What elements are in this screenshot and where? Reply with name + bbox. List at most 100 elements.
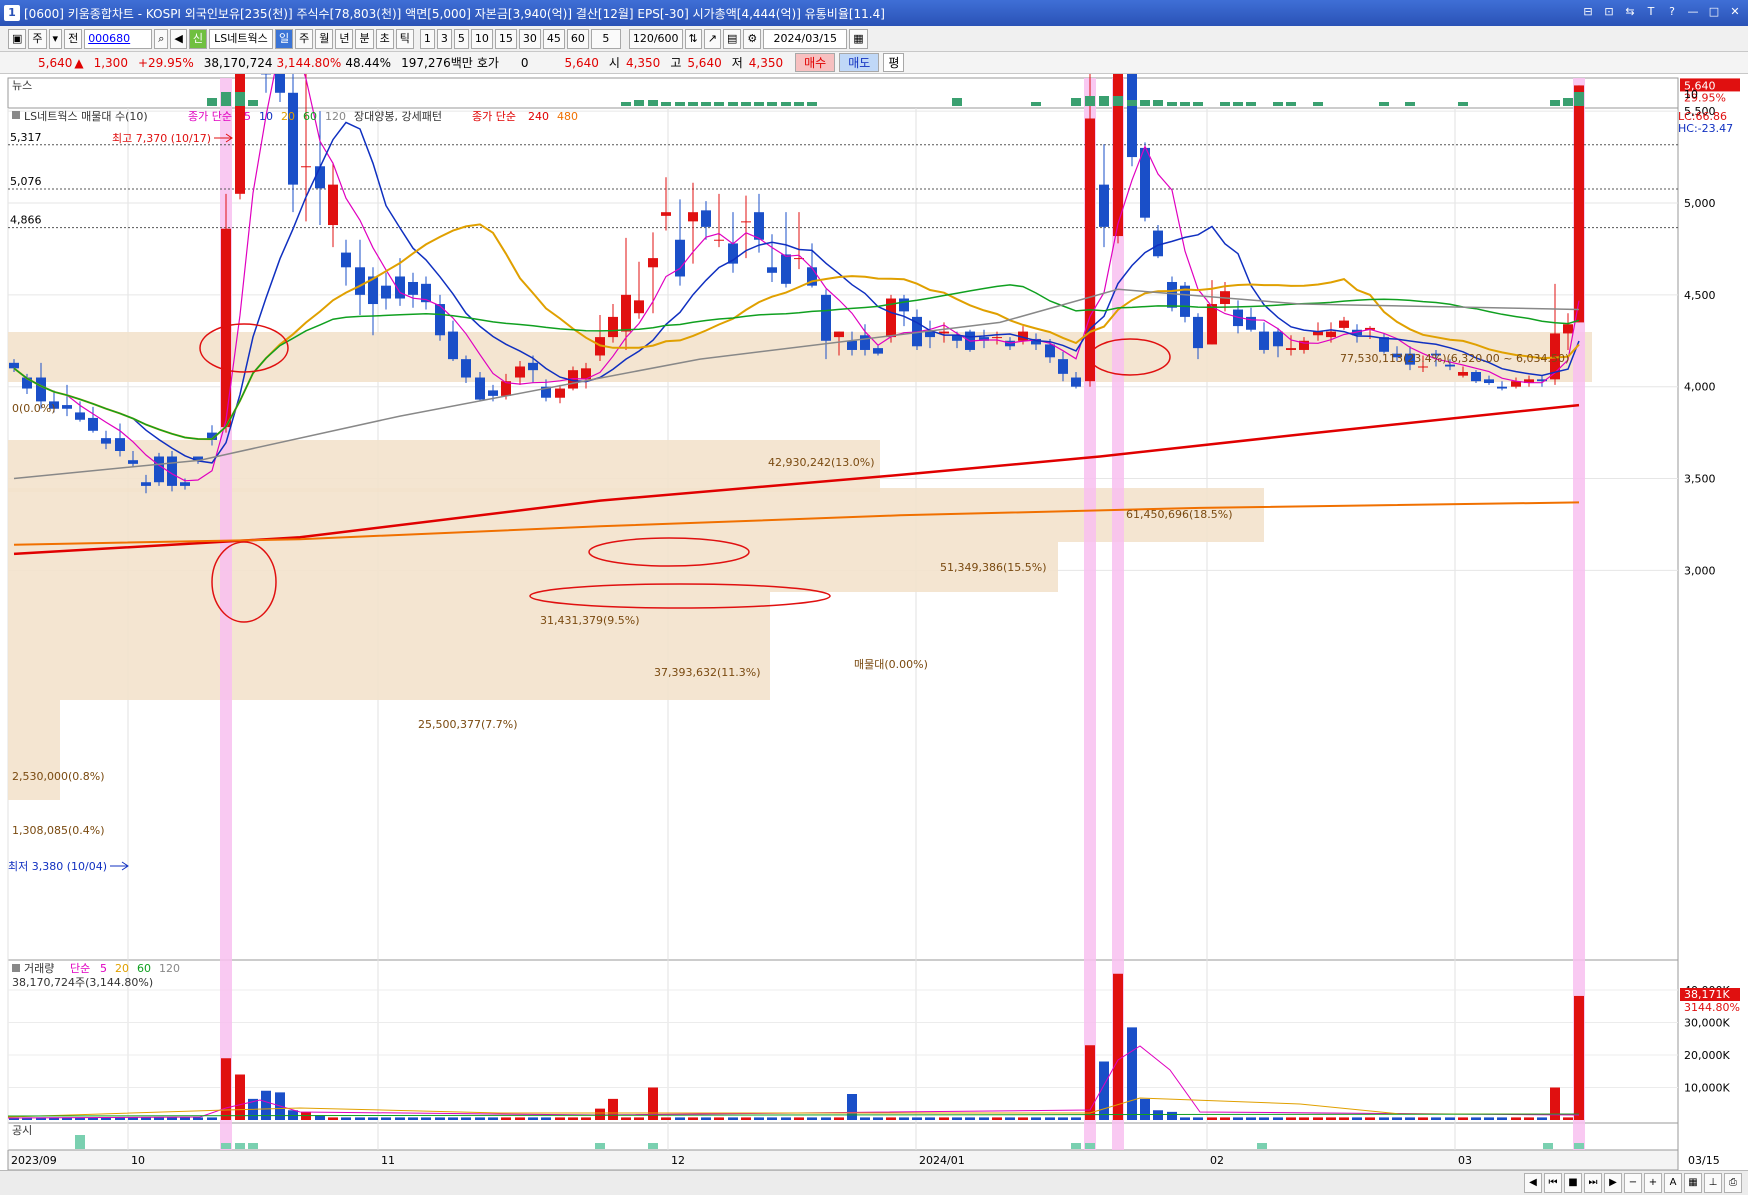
volume-bar (355, 1117, 365, 1120)
candle-down (275, 74, 285, 93)
volume-bar (1392, 1117, 1402, 1120)
interval-button-15[interactable]: 15 (494, 28, 517, 49)
count-select[interactable]: 5 (590, 28, 621, 49)
layout-icon[interactable]: ▣ (8, 28, 27, 49)
volume-bar (661, 1117, 671, 1120)
news-bar (235, 92, 245, 106)
date-input[interactable]: 2024/03/15 (763, 28, 848, 49)
volume-bar (621, 1117, 631, 1120)
period-button-0[interactable]: 일 (274, 28, 294, 49)
interval-button-3[interactable]: 3 (436, 28, 452, 49)
candle-down (1273, 331, 1283, 347)
period-button-3[interactable]: 년 (335, 28, 354, 49)
average-button[interactable]: 평 (883, 53, 905, 72)
period-button-2[interactable]: 월 (315, 28, 334, 49)
volume-bar (381, 1117, 391, 1120)
support-line-label: 4,866 (10, 214, 42, 227)
window-number: 1 (4, 5, 20, 21)
news-bar (767, 102, 777, 106)
volume-profile-label: 51,349,386(15.5%) (940, 561, 1047, 574)
volume-bar (1471, 1117, 1481, 1120)
window-control-0[interactable]: ⊟ (1579, 3, 1597, 21)
x-axis-label: 12 (671, 1154, 685, 1167)
interval-button-5[interactable]: 5 (453, 28, 469, 49)
display-count-field[interactable]: 120/600 (628, 28, 683, 49)
candle-up (939, 331, 949, 334)
high-label: 고 (670, 56, 682, 70)
text-icon[interactable]: A (1664, 1173, 1682, 1193)
zoom-out-icon[interactable]: − (1624, 1173, 1642, 1193)
window-control-5[interactable]: — (1684, 3, 1702, 21)
news-bar (1246, 102, 1256, 106)
volume-bar (1286, 1117, 1296, 1120)
candle-up (634, 300, 644, 314)
prev-button[interactable]: 전 (64, 28, 83, 49)
window-control-1[interactable]: ⊡ (1600, 3, 1618, 21)
save-icon[interactable]: ▤ (722, 28, 742, 49)
print-icon[interactable]: ⎙ (1724, 1173, 1742, 1193)
stock-chart[interactable]: 2023/091011122024/01020303/157,0006,5006… (0, 74, 1748, 1170)
volume-bar (581, 1117, 591, 1120)
quote-bar: 5,640 ▲ 1,300 +29.95% 38,170,724 3,144.8… (0, 52, 1748, 74)
news-bar (675, 102, 685, 106)
candle-up (648, 258, 658, 268)
news-panel (7, 77, 1679, 109)
window-control-7[interactable]: ✕ (1726, 3, 1744, 21)
period-button-6[interactable]: 틱 (395, 28, 414, 49)
period-button-5[interactable]: 초 (375, 28, 394, 49)
candle-down (767, 267, 777, 273)
candle-up (834, 331, 844, 338)
disclosure-bar (1085, 1143, 1095, 1149)
volume-bar (235, 1074, 245, 1120)
interval-button-1[interactable]: 1 (419, 28, 435, 49)
volume-bar (528, 1117, 538, 1120)
news-bar (221, 92, 231, 106)
volume-bar (807, 1117, 817, 1120)
scroll-left-icon[interactable]: ◀ (1524, 1173, 1542, 1193)
volume-bar (1167, 1111, 1177, 1120)
interval-button-10[interactable]: 10 (470, 28, 493, 49)
speaker-icon[interactable]: ◀ (170, 28, 187, 49)
candle-up (555, 388, 565, 398)
volume-bar (1405, 1117, 1415, 1120)
up-arrow-icon: ▲ (74, 55, 84, 70)
calendar-icon[interactable]: ▦ (849, 28, 868, 49)
period-button-4[interactable]: 분 (355, 28, 374, 49)
interval-button-45[interactable]: 45 (542, 28, 565, 49)
sell-button[interactable]: 매도 (839, 53, 880, 72)
buy-button[interactable]: 매수 (795, 53, 836, 72)
stop-icon[interactable]: ■ (1564, 1173, 1582, 1193)
last-icon[interactable]: ⏭ (1584, 1173, 1602, 1193)
chevron-down-icon[interactable]: ▾ (48, 28, 63, 49)
window-control-4[interactable]: ? (1663, 3, 1681, 21)
period-button-1[interactable]: 주 (295, 28, 314, 49)
gear-icon[interactable]: ⚙ (743, 28, 762, 49)
stock-name-field[interactable]: LS네트웍스 (208, 28, 273, 49)
zoom-in-icon[interactable]: + (1644, 1173, 1662, 1193)
volume-profile-label: 61,450,696(18.5%) (1126, 508, 1233, 521)
pin-icon[interactable]: ⊥ (1704, 1173, 1722, 1193)
interval-button-30[interactable]: 30 (518, 28, 541, 49)
candle-down (381, 285, 391, 299)
scroll-bar[interactable]: ◀ ⏮ ■ ⏭ ▶ − + A ▦ ⊥ ⎙ (0, 1170, 1748, 1195)
price-axis-tick: 3,500 (1684, 473, 1716, 486)
grid-icon[interactable]: ▦ (1684, 1173, 1702, 1193)
scroll-right-icon[interactable]: ▶ (1604, 1173, 1622, 1193)
volume-bar (435, 1117, 445, 1120)
window-control-6[interactable]: □ (1705, 3, 1723, 21)
disclosure-bar (221, 1143, 231, 1149)
window-control-2[interactable]: ⇆ (1621, 3, 1639, 21)
period-type-select[interactable]: 주 (28, 28, 47, 49)
candle-up (608, 316, 618, 338)
window-control-3[interactable]: T (1642, 3, 1660, 21)
interval-button-60[interactable]: 60 (566, 28, 589, 49)
first-icon[interactable]: ⏮ (1544, 1173, 1562, 1193)
x-axis-label: 11 (381, 1154, 395, 1167)
volume-legend-ma-item: 20 (115, 962, 129, 975)
candle-up (1286, 348, 1296, 350)
draw-icon[interactable]: ↗ (703, 28, 721, 49)
search-icon[interactable]: ⌕ (154, 28, 169, 49)
volume-bar (395, 1117, 405, 1120)
stock-code-input[interactable]: 000680 (84, 28, 153, 49)
compare-icon[interactable]: ⇅ (684, 28, 702, 49)
